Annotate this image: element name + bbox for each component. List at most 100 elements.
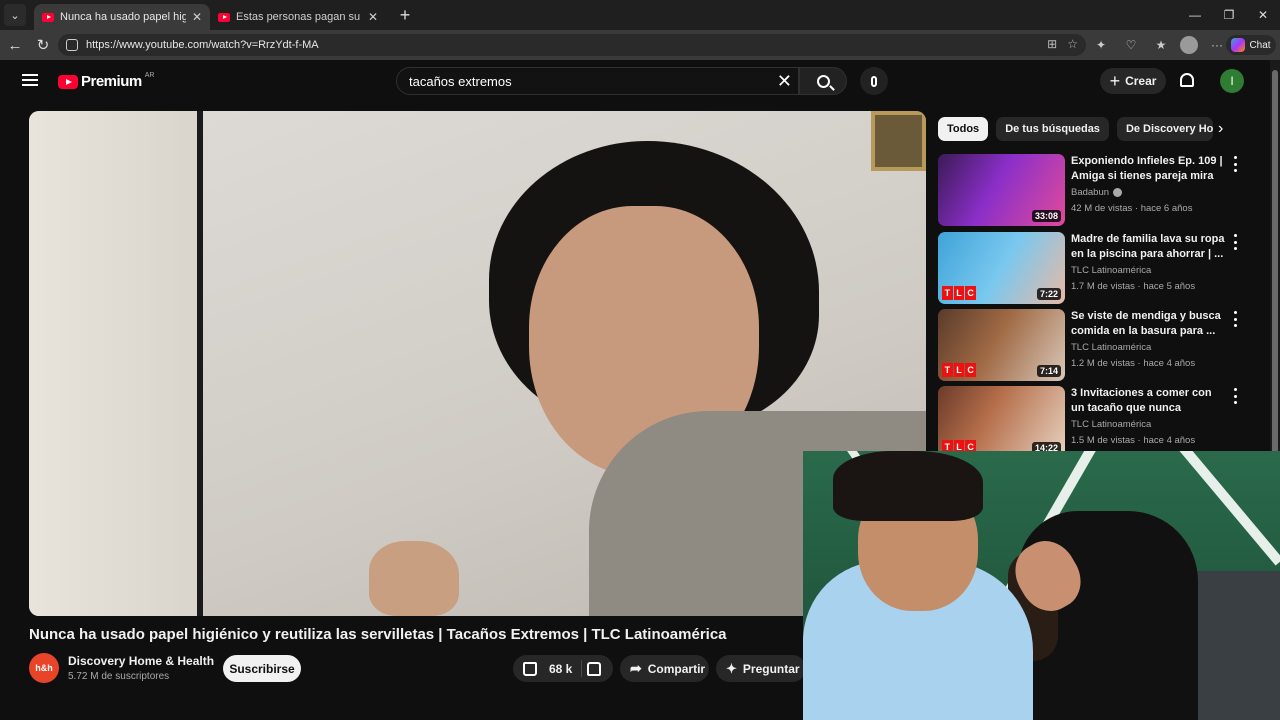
share-label: Compartir xyxy=(647,661,706,676)
recommendation-title[interactable]: 3 Invitaciones a comer con un tacaño que… xyxy=(1071,386,1226,416)
tab-actions-menu-icon[interactable]: ⌄ xyxy=(4,4,26,26)
youtube-premium-logo[interactable]: Premium AR xyxy=(58,72,154,90)
recommendation-item[interactable]: TLC 7:22 Madre de familia lava su ropa e… xyxy=(938,232,1258,304)
voice-search-button[interactable] xyxy=(860,67,888,95)
duration-badge: 7:22 xyxy=(1036,288,1061,300)
bell-icon[interactable] xyxy=(1180,73,1194,87)
account-avatar[interactable]: I xyxy=(1220,69,1244,93)
more-actions-icon[interactable] xyxy=(1232,388,1238,404)
like-divider xyxy=(581,660,582,677)
video-title: Nunca ha usado papel higiénico y reutili… xyxy=(29,626,727,643)
channel-name[interactable]: TLC Latinoamérica xyxy=(1071,342,1151,353)
chip-from-searches[interactable]: De tus búsquedas xyxy=(996,117,1109,141)
reload-icon[interactable]: ↻ xyxy=(30,32,56,58)
close-tab-icon[interactable]: ✕ xyxy=(368,10,378,24)
duration-badge: 33:08 xyxy=(1031,210,1061,222)
mic-icon xyxy=(871,75,877,87)
video-player[interactable] xyxy=(29,111,926,616)
search-button[interactable] xyxy=(799,67,847,95)
toolbar-buttons: ✦ ♡ ★ ··· xyxy=(1090,34,1228,56)
close-window-icon[interactable]: ✕ xyxy=(1246,0,1280,30)
video-frame-person-hand xyxy=(369,541,459,616)
channel-name[interactable]: TLC Latinoamérica xyxy=(1071,265,1151,276)
tab-inactive[interactable]: Estas personas pagan su vida con ✕ xyxy=(210,4,386,30)
back-arrow-icon[interactable]: ← xyxy=(2,32,28,58)
search-query: tacaños extremos xyxy=(409,73,512,89)
video-thumbnail[interactable]: TLC 14:22 xyxy=(938,386,1065,458)
share-icon: ➦ xyxy=(630,660,642,676)
create-button[interactable]: + Crear xyxy=(1100,68,1166,94)
favorites-icon[interactable]: ★ xyxy=(1150,34,1172,56)
thumbs-down-icon[interactable] xyxy=(587,662,601,676)
thumbs-up-icon[interactable] xyxy=(523,661,537,676)
extensions-icon[interactable]: ✦ xyxy=(1090,34,1112,56)
restore-icon[interactable]: ❐ xyxy=(1212,0,1246,30)
video-thumbnail[interactable]: 33:08 xyxy=(938,154,1065,226)
channel-name[interactable]: TLC Latinoamérica xyxy=(1071,419,1151,430)
window-controls: — ❐ ✕ xyxy=(1178,0,1280,30)
minimize-icon[interactable]: — xyxy=(1178,0,1212,30)
youtube-play-icon xyxy=(58,74,78,89)
recommendation-meta: 1.5 M de vistas · hace 4 años xyxy=(1071,435,1196,446)
video-thumbnail[interactable]: TLC 7:22 xyxy=(938,232,1065,304)
create-label: Crear xyxy=(1125,74,1157,88)
recommendation-channel: Badabun xyxy=(1071,187,1123,198)
url-actions: ⊞ ☆ xyxy=(1047,37,1078,51)
address-bar-row: ← ↻ https://www.youtube.com/watch?v=RrzY… xyxy=(0,30,1280,60)
youtube-favicon-icon xyxy=(218,12,230,22)
url-text: https://www.youtube.com/watch?v=RrzYdt-f… xyxy=(86,39,319,51)
tab-active[interactable]: Nunca ha usado papel higiénico y ✕ xyxy=(34,4,210,30)
site-info-icon[interactable] xyxy=(66,39,78,51)
apps-icon[interactable]: ⊞ xyxy=(1047,37,1057,51)
browser-tab-bar: ⌄ Nunca ha usado papel higiénico y ✕ Est… xyxy=(0,0,1280,30)
tab-label: Estas personas pagan su vida con xyxy=(236,11,362,23)
favorite-star-icon[interactable]: ☆ xyxy=(1067,37,1078,51)
recommendation-title[interactable]: Exponiendo Infieles Ep. 109 | Amiga si t… xyxy=(1071,154,1226,184)
clear-search-icon[interactable]: ✕ xyxy=(777,71,792,92)
more-options-icon[interactable]: ··· xyxy=(1206,34,1228,56)
tab-label: Nunca ha usado papel higiénico y xyxy=(60,11,186,23)
like-count[interactable]: 68 k xyxy=(549,662,572,676)
tlc-logo: TLC xyxy=(942,363,977,377)
facecam-person-1-hair xyxy=(833,451,983,521)
video-frame-wall xyxy=(29,111,199,616)
share-button[interactable]: ➦ Compartir xyxy=(620,655,709,682)
like-dislike-group: 68 k xyxy=(513,655,613,682)
recommendation-item[interactable]: 33:08 Exponiendo Infieles Ep. 109 | Amig… xyxy=(938,154,1258,226)
logo-text: Premium xyxy=(81,73,142,90)
recommendation-channel: TLC Latinoamérica xyxy=(1071,419,1151,430)
more-actions-icon[interactable] xyxy=(1232,234,1238,250)
recommendation-title[interactable]: Madre de familia lava su ropa en la pisc… xyxy=(1071,232,1226,262)
search-input[interactable]: tacaños extremos ✕ xyxy=(396,67,799,95)
chip-from-channel[interactable]: De Discovery Home xyxy=(1116,117,1213,141)
chip-todos[interactable]: Todos xyxy=(938,117,989,141)
hamburger-menu-icon[interactable] xyxy=(22,74,38,86)
profile-icon[interactable] xyxy=(1180,36,1198,54)
copilot-chat-button[interactable]: Chat xyxy=(1226,35,1276,55)
recommendation-item[interactable]: TLC 7:14 Se viste de mendiga y busca com… xyxy=(938,309,1258,381)
youtube-header: Premium AR tacaños extremos ✕ + Crear I xyxy=(0,60,1270,104)
recommendation-meta: 42 M de vistas · hace 6 años xyxy=(1071,203,1193,214)
duration-badge: 7:14 xyxy=(1036,365,1061,377)
recommendation-title[interactable]: Se viste de mendiga y busca comida en la… xyxy=(1071,309,1226,339)
recommendation-item[interactable]: TLC 14:22 3 Invitaciones a comer con un … xyxy=(938,386,1258,458)
more-actions-icon[interactable] xyxy=(1232,311,1238,327)
youtube-favicon-icon xyxy=(42,12,54,22)
ask-button[interactable]: ✦ Preguntar xyxy=(716,655,806,682)
chevron-right-icon[interactable]: › xyxy=(1218,120,1223,138)
channel-name[interactable]: Badabun xyxy=(1071,187,1109,198)
subscribe-button[interactable]: Suscribirse xyxy=(223,655,301,682)
recommendation-meta: 1.7 M de vistas · hace 5 años xyxy=(1071,281,1196,292)
close-tab-icon[interactable]: ✕ xyxy=(192,10,202,24)
more-actions-icon[interactable] xyxy=(1232,156,1238,172)
video-frame-picture xyxy=(871,111,926,171)
facecam-overlay xyxy=(803,451,1280,720)
copilot-icon xyxy=(1231,38,1246,52)
new-tab-icon[interactable]: + xyxy=(394,4,416,26)
video-thumbnail[interactable]: TLC 7:14 xyxy=(938,309,1065,381)
browser-essentials-icon[interactable]: ♡ xyxy=(1120,34,1142,56)
plus-icon: + xyxy=(1109,70,1121,91)
channel-avatar[interactable]: h&h xyxy=(29,653,59,683)
channel-name[interactable]: Discovery Home & Health xyxy=(68,654,214,668)
url-field[interactable]: https://www.youtube.com/watch?v=RrzYdt-f… xyxy=(58,34,1086,56)
